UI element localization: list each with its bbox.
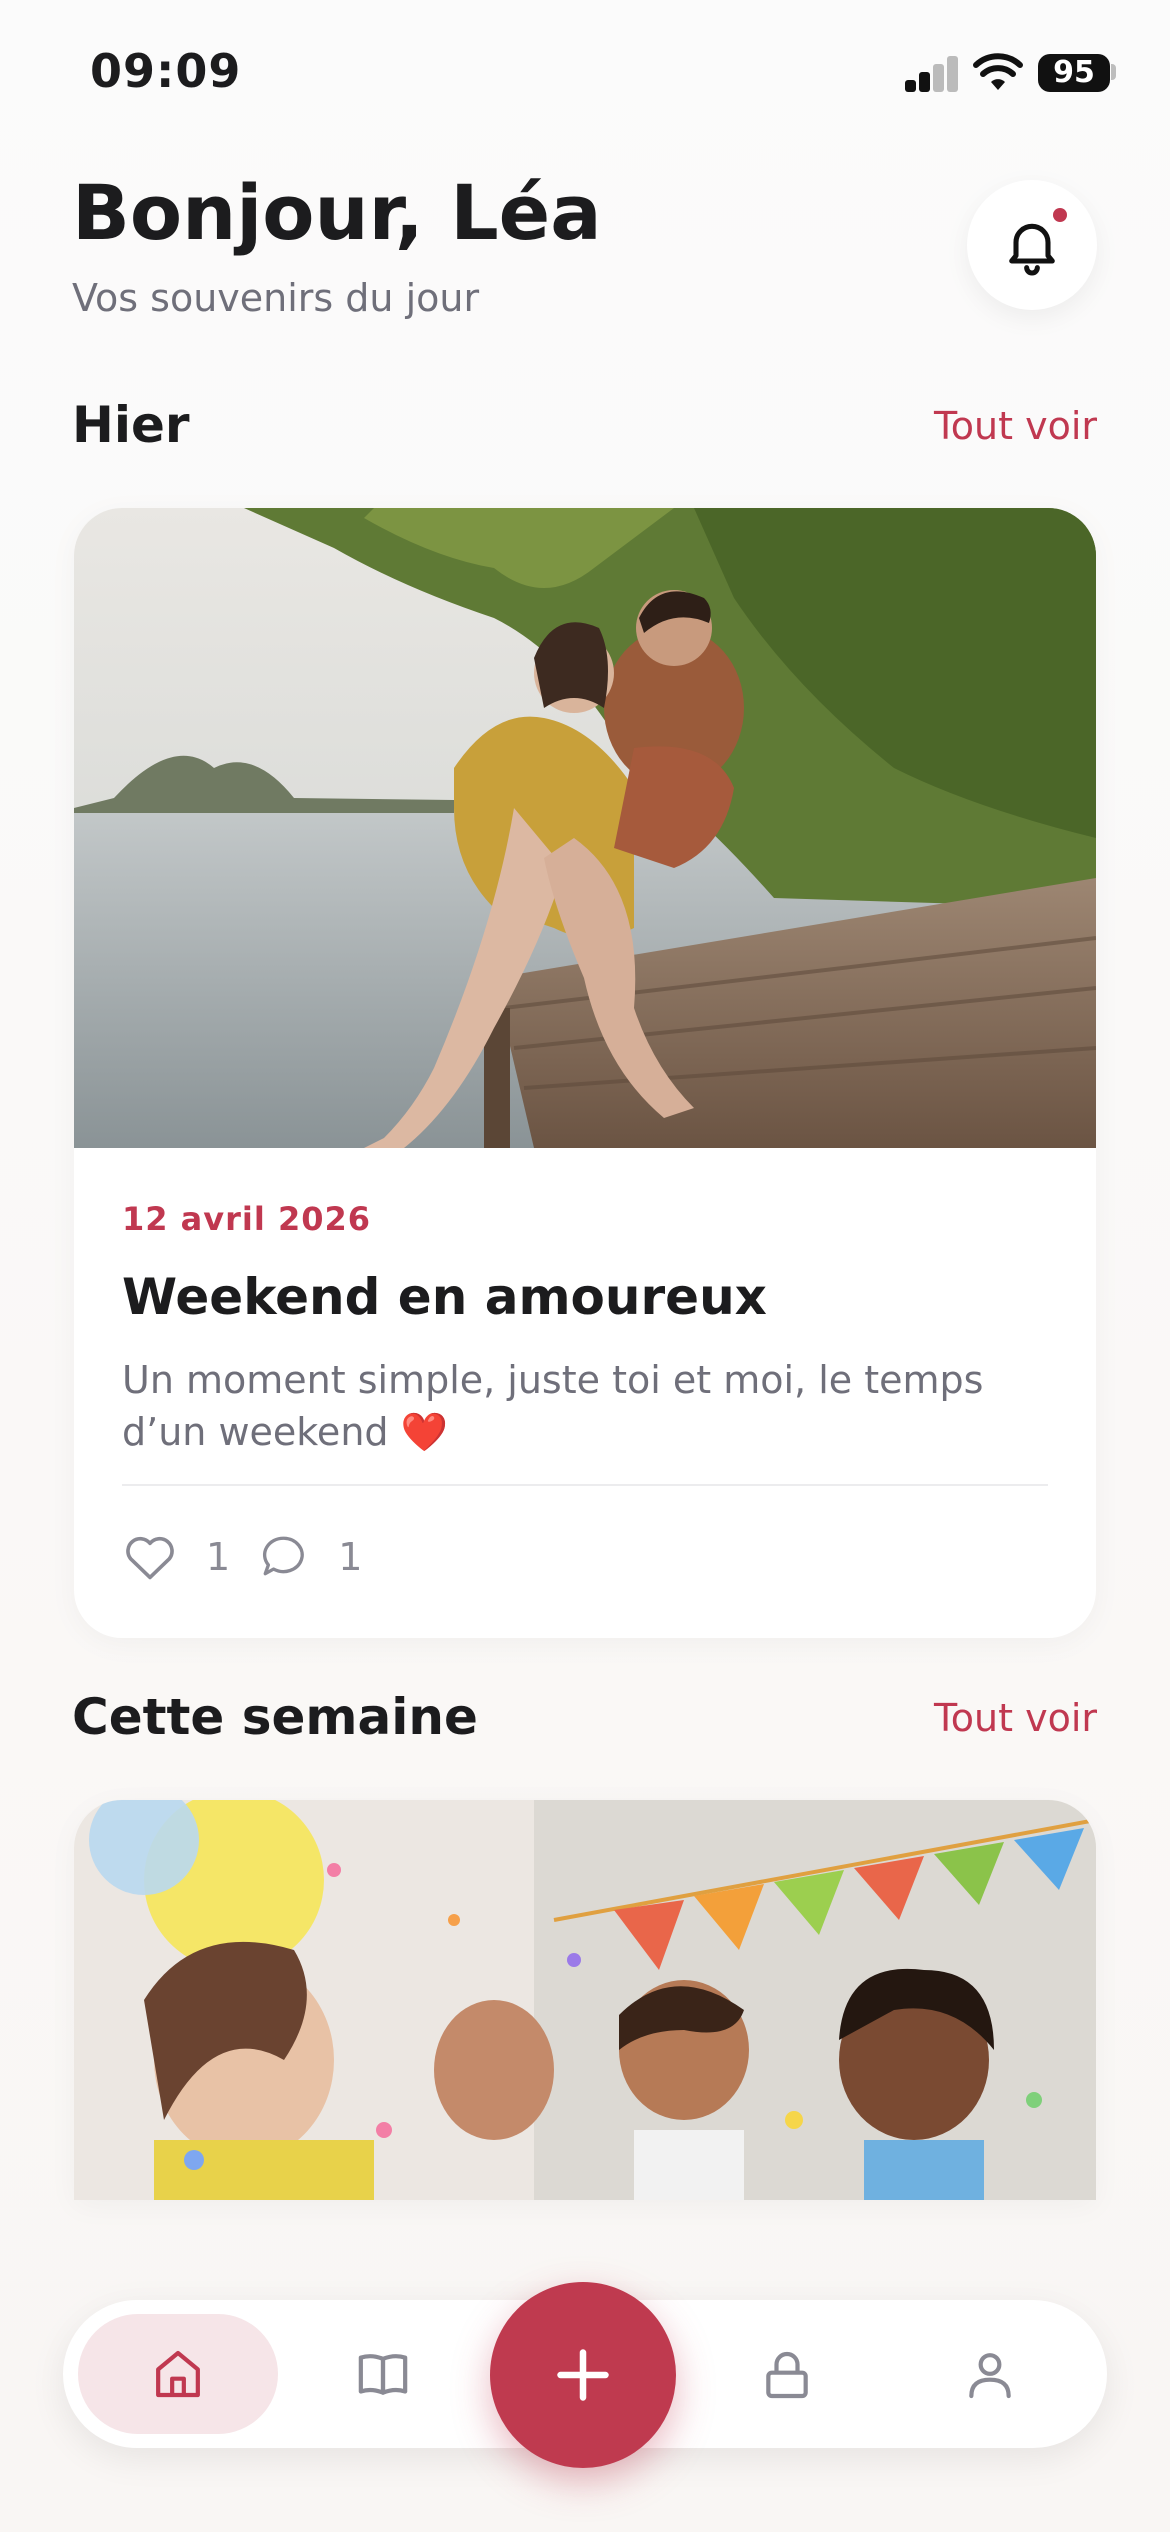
battery-indicator: 95 — [1038, 54, 1110, 92]
signal-icon — [905, 56, 959, 92]
see-all-link-week[interactable]: Tout voir — [934, 1696, 1097, 1740]
add-memory-button[interactable] — [490, 2282, 676, 2468]
memory-stats: 1 1 — [122, 1532, 1048, 1582]
memory-photo-party — [74, 1800, 1096, 2200]
battery-tip — [1111, 64, 1116, 80]
wifi-icon — [973, 53, 1023, 90]
status-bar: 09:09 95 — [0, 0, 1170, 150]
plus-icon — [557, 2349, 609, 2401]
card-divider — [122, 1484, 1048, 1486]
see-all-link-hier[interactable]: Tout voir — [934, 404, 1097, 448]
memory-date: 12 avril 2026 — [122, 1200, 372, 1238]
nav-profile[interactable] — [890, 2314, 1090, 2434]
nav-vault[interactable] — [687, 2314, 887, 2434]
notifications-button[interactable] — [967, 180, 1097, 310]
memory-description: Un moment simple, juste toi et moi, le t… — [122, 1358, 984, 1454]
memory-card-body: 12 avril 2026 Weekend en amoureux Un mom… — [122, 1200, 1048, 1582]
likes-count: 1 — [206, 1535, 231, 1579]
memory-photo — [74, 508, 1096, 1148]
memory-card[interactable]: 12 avril 2026 Weekend en amoureux Un mom… — [74, 508, 1096, 1638]
lock-icon — [766, 2351, 808, 2399]
book-icon — [358, 2354, 408, 2395]
bell-icon — [1009, 223, 1055, 276]
user-icon — [969, 2353, 1011, 2399]
heart-icon[interactable] — [122, 1532, 178, 1582]
page-title: Bonjour, Léa — [72, 168, 602, 257]
page-subtitle: Vos souvenirs du jour — [72, 276, 480, 320]
section-title-hier: Hier — [72, 396, 190, 454]
home-icon — [156, 2350, 200, 2398]
section-title-week: Cette semaine — [72, 1688, 478, 1746]
memory-title: Weekend en amoureux — [122, 1268, 767, 1326]
nav-home[interactable] — [78, 2314, 278, 2434]
comment-icon[interactable] — [258, 1532, 310, 1582]
notification-badge — [1053, 208, 1067, 222]
status-time: 09:09 — [90, 44, 242, 98]
nav-journal[interactable] — [281, 2314, 481, 2434]
comments-count: 1 — [338, 1535, 363, 1579]
memory-card-week[interactable] — [74, 1800, 1096, 2200]
